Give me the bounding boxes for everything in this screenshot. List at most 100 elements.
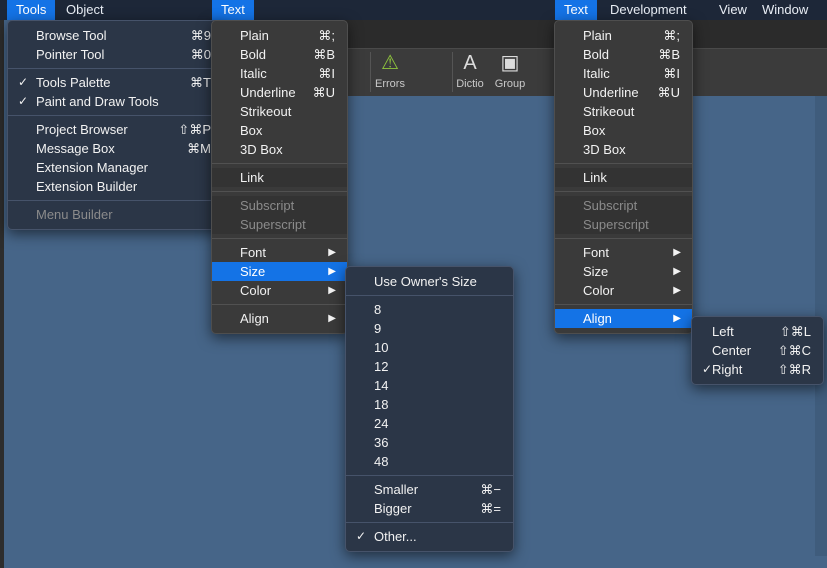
menu-item-use-owner-s-size[interactable]: Use Owner's Size <box>346 272 513 291</box>
menu-item-bold[interactable]: Bold ⌘B <box>555 45 692 64</box>
menu-item-18[interactable]: 18 <box>346 395 513 414</box>
menu-item-label: 24 <box>374 416 389 431</box>
menu-item-14[interactable]: 14 <box>346 376 513 395</box>
menu-item-font[interactable]: Font ▶ <box>555 243 692 262</box>
menubar-item-development-4[interactable]: Development <box>601 0 696 20</box>
menu-item-label: Menu Builder <box>36 207 113 222</box>
menu-separator <box>212 238 347 239</box>
menu-item-paint-and-draw-tools[interactable]: ✓ Paint and Draw Tools <box>8 92 223 111</box>
menu-item-bigger[interactable]: Bigger ⌘= <box>346 499 513 518</box>
menu-item-italic[interactable]: Italic ⌘I <box>555 64 692 83</box>
submenu-arrow-icon: ▶ <box>673 285 681 296</box>
menu-item-48[interactable]: 48 <box>346 452 513 471</box>
menu-item-underline[interactable]: Underline ⌘U <box>555 83 692 102</box>
checkmark-icon: ✓ <box>18 94 29 108</box>
menu-item-shortcut: ⌘T <box>190 75 211 90</box>
menu-item-font[interactable]: Font ▶ <box>212 243 347 262</box>
submenu-arrow-icon: ▶ <box>328 247 336 258</box>
menu-item-3d-box[interactable]: 3D Box <box>555 140 692 159</box>
menu-item-label: Size <box>583 264 609 279</box>
menu-item-link[interactable]: Link <box>555 168 692 187</box>
menu-item-message-box[interactable]: Message Box ⌘M <box>8 139 223 158</box>
menubar-item-object-1[interactable]: Object <box>57 0 113 20</box>
menu-item-12[interactable]: 12 <box>346 357 513 376</box>
menu-item-center[interactable]: Center ⇧⌘C <box>692 341 823 360</box>
menu-panel-align[interactable]: Left ⇧⌘L Center ⇧⌘C ✓ Right ⇧⌘R <box>691 316 824 385</box>
menu-item-browse-tool[interactable]: Browse Tool ⌘9 <box>8 26 223 45</box>
menu-item-right[interactable]: ✓ Right ⇧⌘R <box>692 360 823 379</box>
menu-item-label: Other... <box>374 529 417 544</box>
menu-item-menu-builder: Menu Builder <box>8 205 223 224</box>
menubar-item-window-6[interactable]: Window <box>753 0 817 20</box>
menu-separator <box>346 295 513 296</box>
menubar-item-text-2[interactable]: Text <box>212 0 254 20</box>
menu-item-project-browser[interactable]: Project Browser ⇧⌘P <box>8 120 223 139</box>
menu-item-10[interactable]: 10 <box>346 338 513 357</box>
menu-item-label: Message Box <box>36 141 115 156</box>
menu-panel-tools[interactable]: Browse Tool ⌘9 Pointer Tool ⌘0 ✓ Tools Palett… <box>7 20 224 230</box>
menu-item-pointer-tool[interactable]: Pointer Tool ⌘0 <box>8 45 223 64</box>
menu-group-3: ✓ Other... <box>346 527 513 546</box>
toolbar-button-errors[interactable]: ⚠ Errors <box>353 50 427 90</box>
menu-item-extension-builder[interactable]: Extension Builder <box>8 177 223 196</box>
menu-item-8[interactable]: 8 <box>346 300 513 319</box>
toolbar-button-label: Errors <box>375 78 405 90</box>
menu-item-bold[interactable]: Bold ⌘B <box>212 45 347 64</box>
menu-separator <box>346 522 513 523</box>
menu-group-4: Align ▶ <box>555 309 692 328</box>
menu-group-0: Left ⇧⌘L Center ⇧⌘C ✓ Right ⇧⌘R <box>692 322 823 379</box>
menu-item-label: Bold <box>240 47 267 62</box>
menu-item-superscript: Superscript <box>555 215 692 234</box>
menu-item-9[interactable]: 9 <box>346 319 513 338</box>
menu-item-color[interactable]: Color ▶ <box>212 281 347 300</box>
menu-item-3d-box[interactable]: 3D Box <box>212 140 347 159</box>
menu-item-label: Strikeout <box>240 104 292 119</box>
menu-item-label: Underline <box>583 85 639 100</box>
menu-item-box[interactable]: Box <box>555 121 692 140</box>
menu-item-label: Extension Manager <box>36 160 149 175</box>
menu-separator <box>212 191 347 192</box>
menu-separator <box>212 304 347 305</box>
menu-item-plain[interactable]: Plain ⌘; <box>555 26 692 45</box>
menu-item-shortcut: ⌘; <box>663 28 680 43</box>
menu-item-label: 14 <box>374 378 389 393</box>
menu-item-shortcut: ⌘U <box>312 85 335 100</box>
menu-item-label: Color <box>240 283 272 298</box>
menu-separator <box>555 238 692 239</box>
menu-item-plain[interactable]: Plain ⌘; <box>212 26 347 45</box>
menu-item-36[interactable]: 36 <box>346 433 513 452</box>
menubar-item-tools-0[interactable]: Tools <box>7 0 56 20</box>
menu-item-size[interactable]: Size ▶ <box>555 262 692 281</box>
menu-item-tools-palette[interactable]: ✓ Tools Palette ⌘T <box>8 73 223 92</box>
menu-separator <box>8 68 223 69</box>
menu-item-extension-manager[interactable]: Extension Manager <box>8 158 223 177</box>
warning-triangle-icon: ⚠ <box>381 52 399 74</box>
menu-item-smaller[interactable]: Smaller ⌘− <box>346 480 513 499</box>
submenu-arrow-icon: ▶ <box>328 313 336 324</box>
menu-item-other[interactable]: ✓ Other... <box>346 527 513 546</box>
menu-item-size[interactable]: Size ▶ <box>212 262 347 281</box>
menu-item-link[interactable]: Link <box>212 168 347 187</box>
menu-group-0: Browse Tool ⌘9 Pointer Tool ⌘0 <box>8 26 223 64</box>
menu-item-box[interactable]: Box <box>212 121 347 140</box>
menu-panel-text-left[interactable]: Plain ⌘; Bold ⌘B Italic ⌘I Underline ⌘U Strikeou… <box>211 20 348 334</box>
menu-panel-size[interactable]: Use Owner's Size 8 9 10 12 14 18 24 36 48 Smaller ⌘… <box>345 266 514 552</box>
menu-item-align[interactable]: Align ▶ <box>555 309 692 328</box>
menubar-item-view-5[interactable]: View <box>710 0 756 20</box>
menu-group-1: 8 9 10 12 14 18 24 36 48 <box>346 300 513 471</box>
menu-panel-text-right[interactable]: Plain ⌘; Bold ⌘B Italic ⌘I Underline ⌘U Strikeou… <box>554 20 693 334</box>
menu-item-left[interactable]: Left ⇧⌘L <box>692 322 823 341</box>
menu-bar[interactable]: Tools Object Text Text Development View Window <box>0 0 827 20</box>
menubar-item-text-3[interactable]: Text <box>555 0 597 20</box>
menu-item-align[interactable]: Align ▶ <box>212 309 347 328</box>
toolbar-button-group[interactable]: ▣ Group <box>473 50 547 90</box>
menu-item-italic[interactable]: Italic ⌘I <box>212 64 347 83</box>
menu-item-color[interactable]: Color ▶ <box>555 281 692 300</box>
menu-item-strikeout[interactable]: Strikeout <box>555 102 692 121</box>
menu-group-0: Use Owner's Size <box>346 272 513 291</box>
menu-item-24[interactable]: 24 <box>346 414 513 433</box>
menu-item-strikeout[interactable]: Strikeout <box>212 102 347 121</box>
menu-item-underline[interactable]: Underline ⌘U <box>212 83 347 102</box>
menu-item-label: 3D Box <box>240 142 283 157</box>
menu-item-subscript: Subscript <box>555 196 692 215</box>
